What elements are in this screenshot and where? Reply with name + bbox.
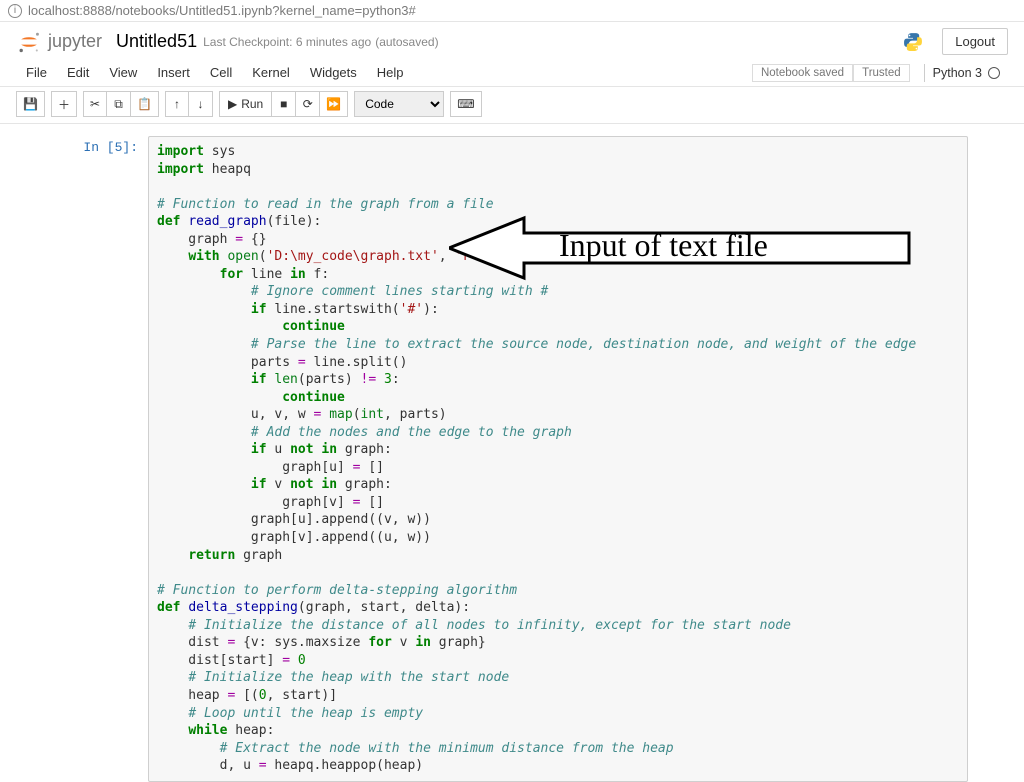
interrupt-button[interactable]: ■ bbox=[272, 91, 296, 117]
kernel-label: Python 3 bbox=[924, 64, 1008, 82]
prompt: In [5]: bbox=[60, 136, 148, 155]
menu-widgets[interactable]: Widgets bbox=[300, 59, 367, 86]
toolbar: 💾 ＋ ✂ ⧉ 📋 ↑ ↓ ▶ Run ■ ⟳ ⏩ Code ⌨ bbox=[0, 87, 1024, 124]
notebook-title[interactable]: Untitled51 bbox=[116, 31, 197, 52]
trusted-indicator[interactable]: Trusted bbox=[853, 64, 910, 82]
celltype-select[interactable]: Code bbox=[354, 91, 444, 117]
brand-text: jupyter bbox=[48, 31, 102, 52]
restart-icon: ⟳ bbox=[303, 97, 313, 111]
menu-insert[interactable]: Insert bbox=[147, 59, 200, 86]
stop-icon: ■ bbox=[280, 97, 287, 111]
jupyter-logo[interactable]: jupyter bbox=[16, 29, 102, 55]
play-icon: ▶ bbox=[228, 97, 237, 111]
run-label: Run bbox=[241, 97, 263, 111]
saved-indicator: Notebook saved bbox=[752, 64, 853, 82]
kernel-status-icon bbox=[988, 67, 1000, 79]
notebook-area: In [5]: import sys import heapq # Functi… bbox=[0, 124, 1024, 782]
fast-forward-icon: ⏩ bbox=[326, 97, 341, 111]
cut-icon: ✂ bbox=[90, 97, 100, 111]
info-icon: i bbox=[8, 4, 22, 18]
keyboard-icon: ⌨ bbox=[457, 97, 474, 111]
url-text: localhost:8888/notebooks/Untitled51.ipyn… bbox=[28, 3, 416, 18]
menu-view[interactable]: View bbox=[99, 59, 147, 86]
move-down-button[interactable]: ↓ bbox=[189, 91, 213, 117]
menu-file[interactable]: File bbox=[16, 59, 57, 86]
menu-kernel[interactable]: Kernel bbox=[242, 59, 300, 86]
paste-icon: 📋 bbox=[137, 97, 152, 111]
url-bar: i localhost:8888/notebooks/Untitled51.ip… bbox=[0, 0, 1024, 22]
move-up-button[interactable]: ↑ bbox=[165, 91, 189, 117]
copy-icon: ⧉ bbox=[114, 97, 123, 112]
copy-button[interactable]: ⧉ bbox=[107, 91, 131, 117]
paste-button[interactable]: 📋 bbox=[131, 91, 159, 117]
arrow-up-icon: ↑ bbox=[174, 97, 180, 111]
arrow-down-icon: ↓ bbox=[197, 97, 203, 111]
jupyter-icon bbox=[16, 29, 42, 55]
restart-run-button[interactable]: ⏩ bbox=[320, 91, 348, 117]
run-button[interactable]: ▶ Run bbox=[219, 91, 272, 117]
code-cell[interactable]: In [5]: import sys import heapq # Functi… bbox=[56, 136, 968, 782]
menu-edit[interactable]: Edit bbox=[57, 59, 99, 86]
checkpoint-text: Last Checkpoint: 6 minutes ago bbox=[203, 35, 371, 49]
restart-button[interactable]: ⟳ bbox=[296, 91, 320, 117]
save-icon: 💾 bbox=[23, 97, 38, 111]
plus-icon: ＋ bbox=[58, 96, 70, 113]
save-button[interactable]: 💾 bbox=[16, 91, 45, 117]
header: jupyter Untitled51 Last Checkpoint: 6 mi… bbox=[0, 22, 1024, 59]
menubar: File Edit View Insert Cell Kernel Widget… bbox=[0, 59, 1024, 87]
add-cell-button[interactable]: ＋ bbox=[51, 91, 77, 117]
menu-help[interactable]: Help bbox=[367, 59, 414, 86]
cut-button[interactable]: ✂ bbox=[83, 91, 107, 117]
code-text[interactable]: import sys import heapq # Function to re… bbox=[149, 137, 967, 781]
menu-cell[interactable]: Cell bbox=[200, 59, 242, 86]
code-input[interactable]: import sys import heapq # Function to re… bbox=[148, 136, 968, 782]
command-palette-button[interactable]: ⌨ bbox=[450, 91, 481, 117]
kernel-name: Python 3 bbox=[933, 66, 982, 80]
autosaved-text: (autosaved) bbox=[375, 35, 438, 49]
python-icon bbox=[902, 31, 924, 53]
logout-button[interactable]: Logout bbox=[942, 28, 1008, 55]
